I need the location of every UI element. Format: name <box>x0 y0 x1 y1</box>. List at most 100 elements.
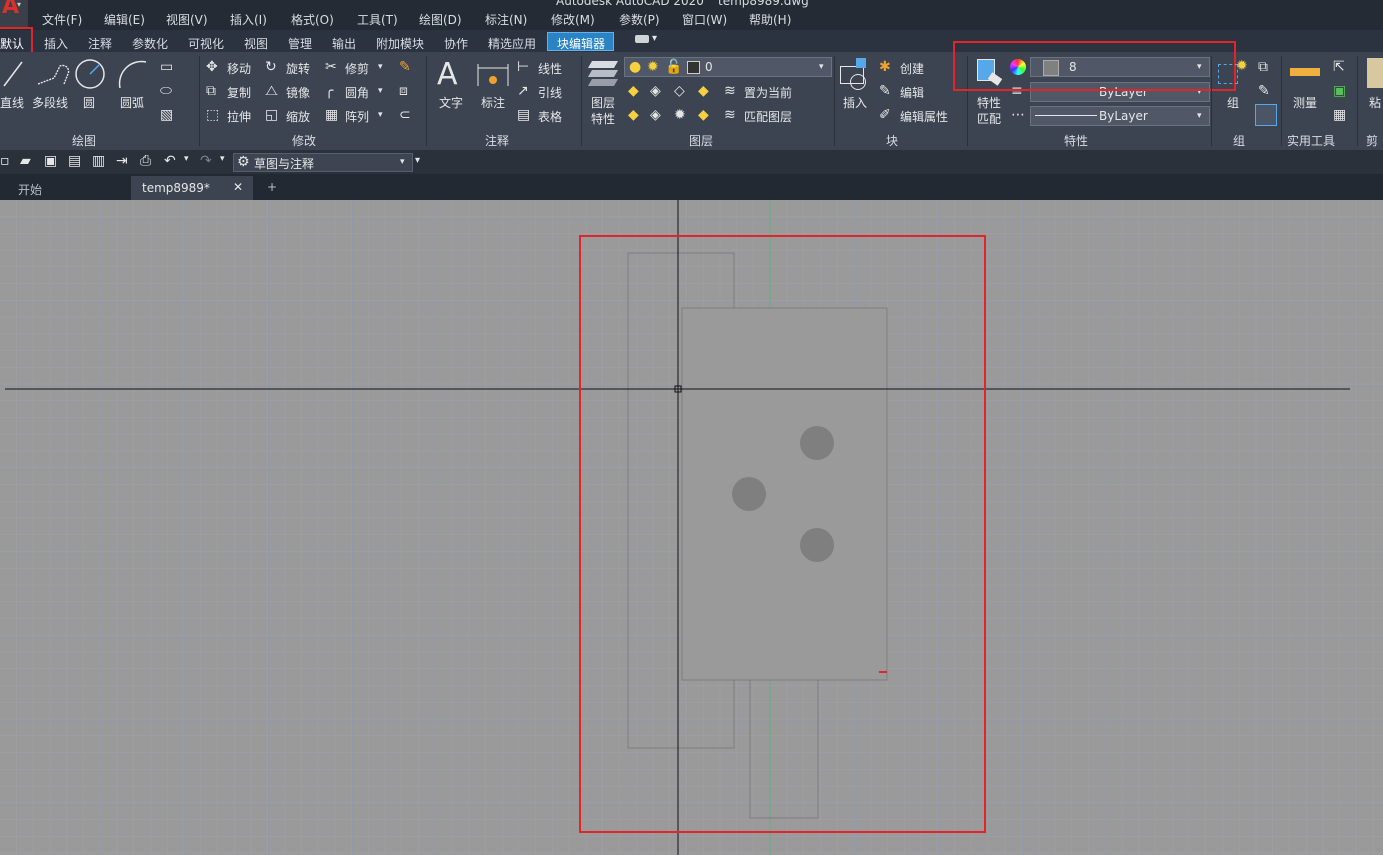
layer-tool-icon[interactable]: ◆ <box>698 84 709 98</box>
menu-window[interactable]: 窗口(W) <box>682 11 727 28</box>
tab-visualize[interactable]: 可视化 <box>188 35 224 52</box>
modify-panel-title[interactable]: 修改 <box>292 132 316 149</box>
layer-tool-icon[interactable]: ◆ <box>628 84 639 98</box>
move-tool[interactable]: 移动 <box>227 60 251 77</box>
layer-dropdown[interactable]: ● ✹ 🔓 0 ▾ <box>624 57 832 77</box>
leader-tool[interactable]: 引线 <box>538 84 562 101</box>
menu-dimension[interactable]: 标注(N) <box>485 11 527 28</box>
mirror-tool[interactable]: 镜像 <box>286 84 310 101</box>
layers-panel-title[interactable]: 图层 <box>689 132 713 149</box>
menu-help[interactable]: 帮助(H) <box>749 11 791 28</box>
ellipse-icon[interactable]: ⬭ <box>160 84 172 98</box>
explode-icon[interactable]: ⧈ <box>399 84 408 98</box>
drawing-canvas[interactable] <box>0 200 1383 855</box>
copy-tool[interactable]: 复制 <box>227 84 251 101</box>
undo-icon[interactable]: ↶ <box>164 154 176 168</box>
tab-view[interactable]: 视图 <box>244 35 268 52</box>
measure-tool[interactable]: 测量 <box>1293 94 1317 111</box>
tab-temp8989[interactable]: temp8989* ✕ <box>131 176 253 200</box>
menu-file[interactable]: 文件(F) <box>42 11 82 28</box>
tab-manage[interactable]: 管理 <box>288 35 312 52</box>
linear-tool[interactable]: 线性 <box>538 60 562 77</box>
new-tab-button[interactable]: + <box>267 180 277 194</box>
save-icon[interactable]: ▣ <box>44 154 57 168</box>
layer-tool-icon[interactable]: ◈ <box>650 108 661 122</box>
group-selection-toggle[interactable] <box>1255 104 1277 126</box>
layer-properties-label-1[interactable]: 图层 <box>591 94 615 111</box>
edit-block-tool[interactable]: 编辑 <box>900 84 924 101</box>
match-layer-tool[interactable]: 匹配图层 <box>744 108 792 125</box>
tab-featured-apps[interactable]: 精选应用 <box>488 35 536 52</box>
print-icon[interactable]: ⎙ <box>140 154 151 168</box>
menu-edit[interactable]: 编辑(E) <box>104 11 145 28</box>
save-as-icon[interactable]: ▤ <box>68 154 81 168</box>
block-panel-title[interactable]: 块 <box>886 132 898 149</box>
linetype-dropdown[interactable]: ByLayer ▾ <box>1030 106 1210 126</box>
scale-tool[interactable]: 缩放 <box>286 108 310 125</box>
ungroup-icon[interactable]: ⧉ <box>1258 60 1268 74</box>
menu-format[interactable]: 格式(O) <box>291 11 334 28</box>
tab-addins[interactable]: 附加模块 <box>376 35 424 52</box>
text-tool[interactable]: 文字 <box>439 94 463 111</box>
layer-tool-icon[interactable]: ◈ <box>650 84 661 98</box>
close-icon[interactable]: ✕ <box>233 180 243 194</box>
annotation-panel-title[interactable]: 注释 <box>485 132 509 149</box>
chevron-down-icon[interactable]: ▾ <box>378 84 383 98</box>
array-tool[interactable]: 阵列 <box>345 108 369 125</box>
tab-insert[interactable]: 插入 <box>44 35 68 52</box>
circle-bottom[interactable] <box>800 528 834 562</box>
menu-tools[interactable]: 工具(T) <box>357 11 398 28</box>
chevron-down-icon[interactable]: ▾ <box>378 108 383 122</box>
tab-start[interactable]: 开始 <box>18 181 42 198</box>
layer-tool-icon[interactable]: ◇ <box>674 84 685 98</box>
dimension-tool[interactable]: 标注 <box>481 94 505 111</box>
rectangle-icon[interactable]: ▭ <box>160 60 173 74</box>
customize-toolbar-icon[interactable]: ▾ <box>415 154 420 168</box>
menu-view[interactable]: 视图(V) <box>166 11 208 28</box>
set-current-tool[interactable]: 置为当前 <box>744 84 792 101</box>
layer-tool-icon[interactable]: ◆ <box>698 108 709 122</box>
table-tool[interactable]: 表格 <box>538 108 562 125</box>
calculator-icon[interactable]: ▦ <box>1333 108 1346 122</box>
menu-modify[interactable]: 修改(M) <box>551 11 595 28</box>
utilities-panel-title[interactable]: 实用工具 <box>1287 132 1335 149</box>
offset-icon[interactable]: ⊂ <box>399 108 411 122</box>
layer-properties-label-2[interactable]: 特性 <box>591 110 615 127</box>
tab-parametric[interactable]: 参数化 <box>132 35 168 52</box>
polyline-tool-label[interactable]: 多段线 <box>32 94 68 111</box>
chevron-down-icon[interactable]: ▾ <box>378 60 383 74</box>
redo-icon[interactable]: ↷ <box>200 154 212 168</box>
create-block-tool[interactable]: 创建 <box>900 60 924 77</box>
erase-icon[interactable]: ✎ <box>399 60 411 74</box>
circle-top[interactable] <box>800 426 834 460</box>
clipboard-panel-title[interactable]: 剪 <box>1366 132 1378 149</box>
circle-tool-label[interactable]: 圆 <box>83 94 95 111</box>
tab-annotate[interactable]: 注释 <box>88 35 112 52</box>
tab-output[interactable]: 输出 <box>332 35 356 52</box>
paste-tool[interactable]: 粘 <box>1369 94 1381 111</box>
select-icon[interactable]: ⇱ <box>1333 60 1345 74</box>
arc-tool-label[interactable]: 圆弧 <box>120 94 144 111</box>
rotate-tool[interactable]: 旋转 <box>286 60 310 77</box>
group-tool[interactable]: 组 <box>1227 94 1239 111</box>
menu-parametric[interactable]: 参数(P) <box>619 11 660 28</box>
match-properties-label-2[interactable]: 匹配 <box>977 110 1001 127</box>
group-edit-icon[interactable]: ✎ <box>1258 84 1270 98</box>
layer-tool-icon[interactable]: ◆ <box>628 108 639 122</box>
workspace-dropdown[interactable]: ⚙ 草图与注释 ▾ <box>233 153 413 172</box>
app-logo-button[interactable]: A ▾ <box>0 0 28 28</box>
line-tool-label[interactable]: 直线 <box>0 94 24 111</box>
chevron-down-icon[interactable]: ▾ <box>652 32 657 46</box>
hatch-icon[interactable]: ▧ <box>160 108 173 122</box>
edit-attributes-tool[interactable]: 编辑属性 <box>900 108 948 125</box>
plot-icon[interactable]: ▥ <box>92 154 105 168</box>
insert-block-tool[interactable]: 插入 <box>843 94 867 111</box>
fillet-tool[interactable]: 圆角 <box>345 84 369 101</box>
draw-panel-title[interactable]: 绘图 <box>72 132 96 149</box>
menu-draw[interactable]: 绘图(D) <box>419 11 462 28</box>
match-properties-label-1[interactable]: 特性 <box>977 94 1001 111</box>
main-rectangle[interactable] <box>681 307 888 681</box>
stretch-tool[interactable]: 拉伸 <box>227 108 251 125</box>
tab-block-editor[interactable]: 块编辑器 <box>547 32 614 51</box>
open-folder-icon[interactable]: ▰ <box>20 154 31 168</box>
